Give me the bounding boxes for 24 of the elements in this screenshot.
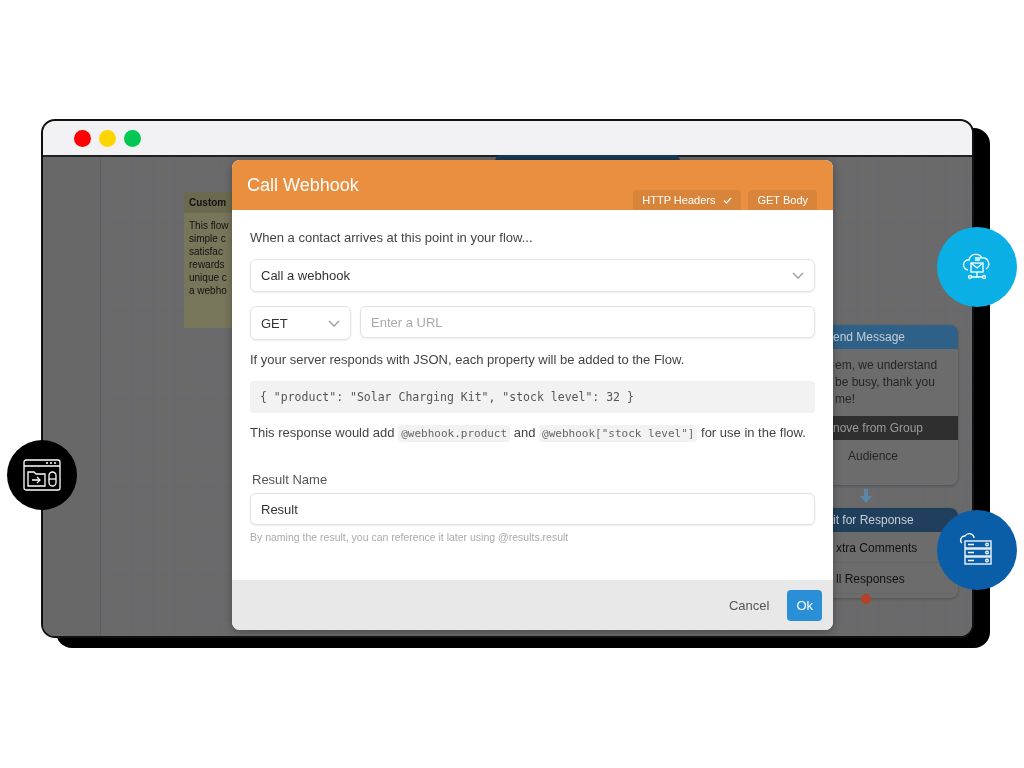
action-select[interactable]: Call a webhook <box>250 259 815 292</box>
result-name-field[interactable]: Result <box>250 493 815 525</box>
intro-text: When a contact arrives at this point in your flow... <box>250 230 534 245</box>
cancel-button[interactable]: Cancel <box>724 591 774 619</box>
field-label: Result Name <box>251 472 329 487</box>
chevron-icon <box>328 319 340 327</box>
window-control-dot[interactable] <box>74 129 91 147</box>
dialog-title: Call Webhook <box>247 175 359 196</box>
window-control-dot[interactable] <box>99 129 116 147</box>
window-control-dot[interactable] <box>124 129 141 147</box>
field-hint: By naming the result, you can reference it later using @results.result <box>250 531 570 543</box>
example-code: { "product": "Solar Charging Kit", "stock level": 32 } <box>250 381 815 413</box>
method-select[interactable]: GET <box>250 306 351 340</box>
response-note: This response would add @webhook.product and @webhook["stock level"] for use in the flow. <box>250 424 807 442</box>
chevron-icon <box>792 272 804 279</box>
browser-folder-icon <box>23 459 61 491</box>
message-text: em, we understand be busy, thank you me! <box>834 357 939 408</box>
url-field[interactable]: Enter a URL <box>360 306 815 338</box>
action-detail: Audience <box>847 448 900 463</box>
json-note: If your server responds with JSON, each property will be added to the Flow. <box>250 352 686 367</box>
exit-dot[interactable] <box>861 594 871 604</box>
ok-button[interactable]: Ok <box>787 589 822 621</box>
note-text: This flow simple c satisfac rewards unique c a webho <box>188 219 230 298</box>
arrow-icon <box>860 489 872 503</box>
